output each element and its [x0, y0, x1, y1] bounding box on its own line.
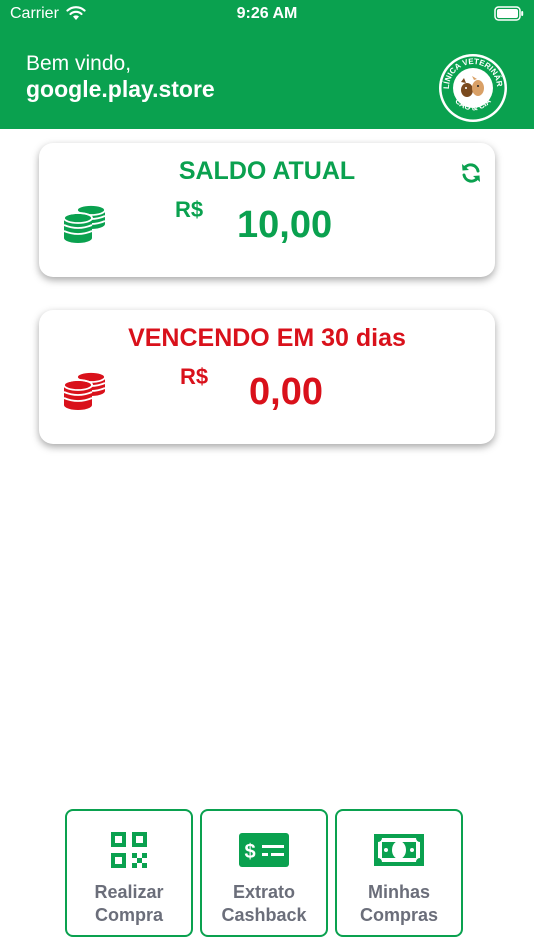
- extrato-cashback-label: Extrato Cashback: [221, 882, 307, 925]
- banknote-icon: [337, 831, 461, 874]
- balance-amount: 10,00: [237, 204, 333, 246]
- realizar-compra-label: Realizar Compra: [94, 882, 164, 925]
- greeting-text: Bem vindo,: [26, 52, 132, 75]
- money-check-icon: $: [202, 831, 326, 874]
- extrato-cashback-button[interactable]: $ Extrato Cashback: [200, 809, 328, 937]
- battery-icon: [494, 6, 524, 26]
- svg-text:$: $: [244, 841, 255, 863]
- balance-card: SALDO ATUAL R$ 10,00: [39, 143, 495, 277]
- coins-stack-icon: [61, 197, 109, 250]
- balance-currency: R$: [175, 197, 204, 222]
- minhas-compras-label: Minhas Compras: [359, 882, 439, 925]
- clock: 9:26 AM: [236, 5, 298, 22]
- expiring-card: VENCENDO EM 30 dias R$ 0,00: [39, 310, 495, 444]
- clinic-logo: CLÍNICA VETERINÁRIA CÃO & CIA: [434, 45, 509, 124]
- balance-title: SALDO ATUAL: [178, 157, 356, 185]
- expiring-title: VENCENDO EM 30 dias: [128, 324, 406, 352]
- expiring-amount: 0,00: [249, 371, 323, 413]
- status-bar: Carrier 9:26 AM: [0, 0, 534, 28]
- username: google.play.store: [26, 76, 215, 102]
- qr-code-icon: [67, 831, 191, 874]
- app-header: Bem vindo, google.play.store CLÍNICA VET…: [0, 28, 534, 129]
- expiring-currency: R$: [180, 364, 209, 389]
- minhas-compras-button[interactable]: Minhas Compras: [335, 809, 463, 937]
- refresh-icon[interactable]: [459, 161, 483, 190]
- coins-stack-icon: [61, 364, 109, 417]
- realizar-compra-button[interactable]: Realizar Compra: [65, 809, 193, 937]
